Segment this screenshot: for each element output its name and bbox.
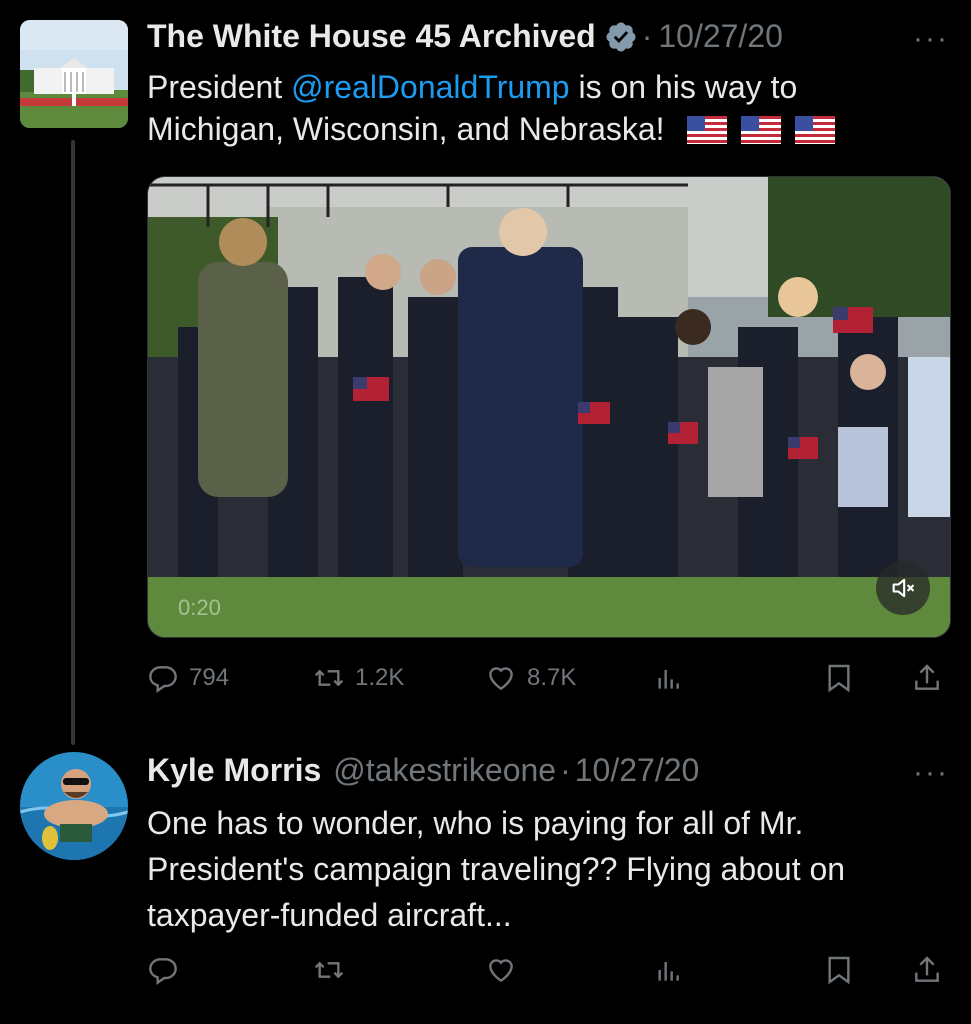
reply-icon bbox=[149, 666, 177, 693]
tweet-actions bbox=[147, 950, 947, 990]
retweet-icon bbox=[314, 961, 344, 979]
video-frame bbox=[148, 177, 950, 637]
tweet-text: President @realDonaldTrump is on his way… bbox=[147, 66, 937, 150]
tweet-text-prefix: President bbox=[147, 69, 292, 105]
reply-button[interactable] bbox=[147, 950, 179, 990]
video-timestamp: 0:20 bbox=[178, 595, 221, 620]
tweet-actions: 794 1.2K 8.7K bbox=[147, 658, 947, 698]
display-name[interactable]: Kyle Morris bbox=[147, 752, 321, 789]
thread-connector bbox=[71, 140, 75, 745]
separator: · bbox=[641, 18, 653, 54]
more-icon[interactable]: ··· bbox=[913, 756, 949, 790]
verified-badge-icon bbox=[606, 21, 636, 52]
views-button[interactable] bbox=[653, 950, 685, 990]
share-button[interactable] bbox=[911, 658, 943, 698]
tweet-header: The White House 45 Archived · 10/27/20 bbox=[147, 18, 783, 55]
reply-count: 794 bbox=[189, 664, 230, 691]
retweet-icon bbox=[314, 669, 344, 687]
views-icon bbox=[658, 670, 679, 689]
bookmark-icon bbox=[828, 956, 850, 985]
tweet-text: One has to wonder, who is paying for all… bbox=[147, 805, 846, 933]
us-flag-icon bbox=[741, 116, 782, 144]
avatar[interactable] bbox=[20, 20, 128, 128]
handle[interactable]: @takestrikeone bbox=[333, 752, 556, 789]
mention-link[interactable]: @realDonaldTrump bbox=[291, 69, 570, 105]
share-icon bbox=[915, 664, 939, 690]
reply-button[interactable]: 794 bbox=[147, 658, 229, 698]
reply-icon bbox=[149, 958, 177, 985]
separator: · bbox=[560, 752, 571, 788]
video-media[interactable]: 0:20 bbox=[147, 176, 951, 638]
us-flag-icon bbox=[687, 116, 728, 144]
display-name[interactable]: The White House 45 Archived bbox=[147, 18, 596, 55]
bookmark-button[interactable] bbox=[823, 950, 855, 990]
views-icon bbox=[658, 962, 679, 981]
retweet-button[interactable] bbox=[313, 950, 345, 990]
views-button[interactable] bbox=[653, 658, 685, 698]
retweet-button[interactable]: 1.2K bbox=[313, 658, 404, 698]
bookmark-button[interactable] bbox=[823, 658, 855, 698]
more-icon[interactable]: ··· bbox=[913, 22, 949, 56]
like-button[interactable]: 8.7K bbox=[485, 658, 576, 698]
tweet-date[interactable]: 10/27/20 bbox=[658, 18, 783, 55]
like-button[interactable] bbox=[485, 950, 517, 990]
like-icon bbox=[489, 667, 513, 691]
share-button[interactable] bbox=[911, 950, 943, 990]
like-count: 8.7K bbox=[527, 664, 577, 691]
bookmark-icon bbox=[828, 664, 850, 693]
mute-icon bbox=[892, 578, 915, 598]
share-icon bbox=[915, 956, 939, 982]
retweet-count: 1.2K bbox=[355, 664, 405, 691]
like-icon bbox=[489, 959, 513, 983]
us-flag-icon bbox=[795, 116, 836, 144]
mute-button[interactable] bbox=[876, 561, 930, 615]
tweet-date[interactable]: 10/27/20 bbox=[575, 752, 700, 789]
tweet-header: Kyle Morris @takestrikeone · 10/27/20 bbox=[147, 752, 699, 789]
avatar[interactable] bbox=[20, 752, 128, 860]
